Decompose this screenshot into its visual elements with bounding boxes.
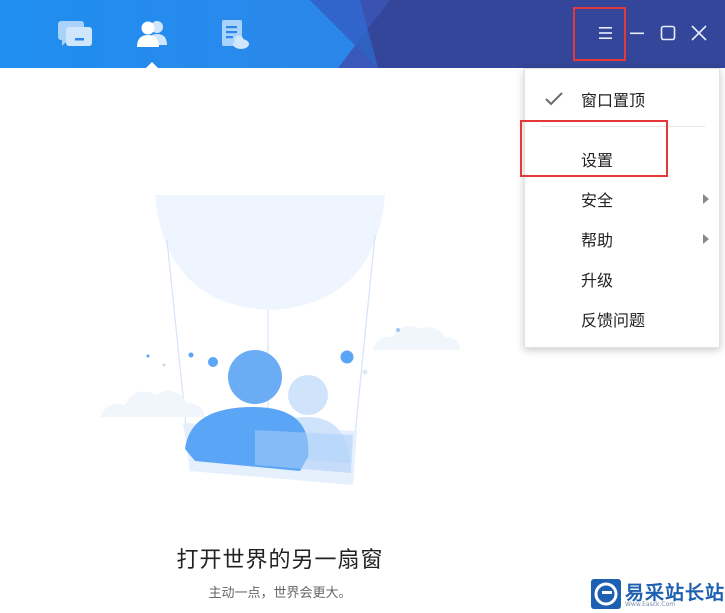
submenu-arrow-icon <box>703 234 709 244</box>
headline: 打开世界的另一扇窗 <box>176 548 384 573</box>
tab-messages[interactable] <box>52 12 98 56</box>
menu-button-highlight-box <box>573 7 626 61</box>
tab-contacts[interactable] <box>129 12 175 56</box>
document-icon <box>222 20 249 49</box>
chat-icon <box>58 21 92 46</box>
active-tab-indicator <box>145 62 159 68</box>
menu-item-security[interactable]: 安全 <box>525 181 719 217</box>
close-button[interactable] <box>686 20 712 46</box>
subline: 主动一点，世界会更大。 <box>208 586 352 601</box>
watermark: 易采站长站 Www.Easck.Com <box>589 577 725 610</box>
contacts-icon <box>137 21 167 47</box>
close-icon <box>691 25 707 41</box>
minimize-button[interactable] <box>624 20 650 46</box>
menu-item-feedback[interactable]: 反馈问题 <box>525 301 719 337</box>
maximize-button[interactable] <box>655 20 681 46</box>
main-menu-dropdown: 窗口置顶 设置 安全 帮助 升级 反馈问题 <box>524 68 720 348</box>
menu-item-pin-on-top[interactable]: 窗口置顶 <box>525 81 719 117</box>
settings-highlight-box <box>520 120 668 177</box>
hot-air-balloon-illustration <box>100 195 460 485</box>
menu-item-label: 安全 <box>581 191 614 210</box>
menu-item-upgrade[interactable]: 升级 <box>525 261 719 297</box>
watermark-logo-icon <box>594 582 618 606</box>
submenu-arrow-icon <box>703 194 709 204</box>
checkmark-icon <box>545 92 563 106</box>
menu-item-label: 升级 <box>581 271 614 290</box>
tab-files[interactable] <box>210 12 256 56</box>
menu-item-label: 反馈问题 <box>581 311 646 330</box>
menu-item-label: 窗口置顶 <box>581 91 646 110</box>
watermark-url: Www.Easck.Com <box>625 601 676 608</box>
menu-item-label: 帮助 <box>581 231 614 250</box>
menu-item-help[interactable]: 帮助 <box>525 221 719 257</box>
minimize-icon <box>630 32 644 35</box>
maximize-icon <box>660 25 676 41</box>
watermark-logo <box>591 579 621 609</box>
